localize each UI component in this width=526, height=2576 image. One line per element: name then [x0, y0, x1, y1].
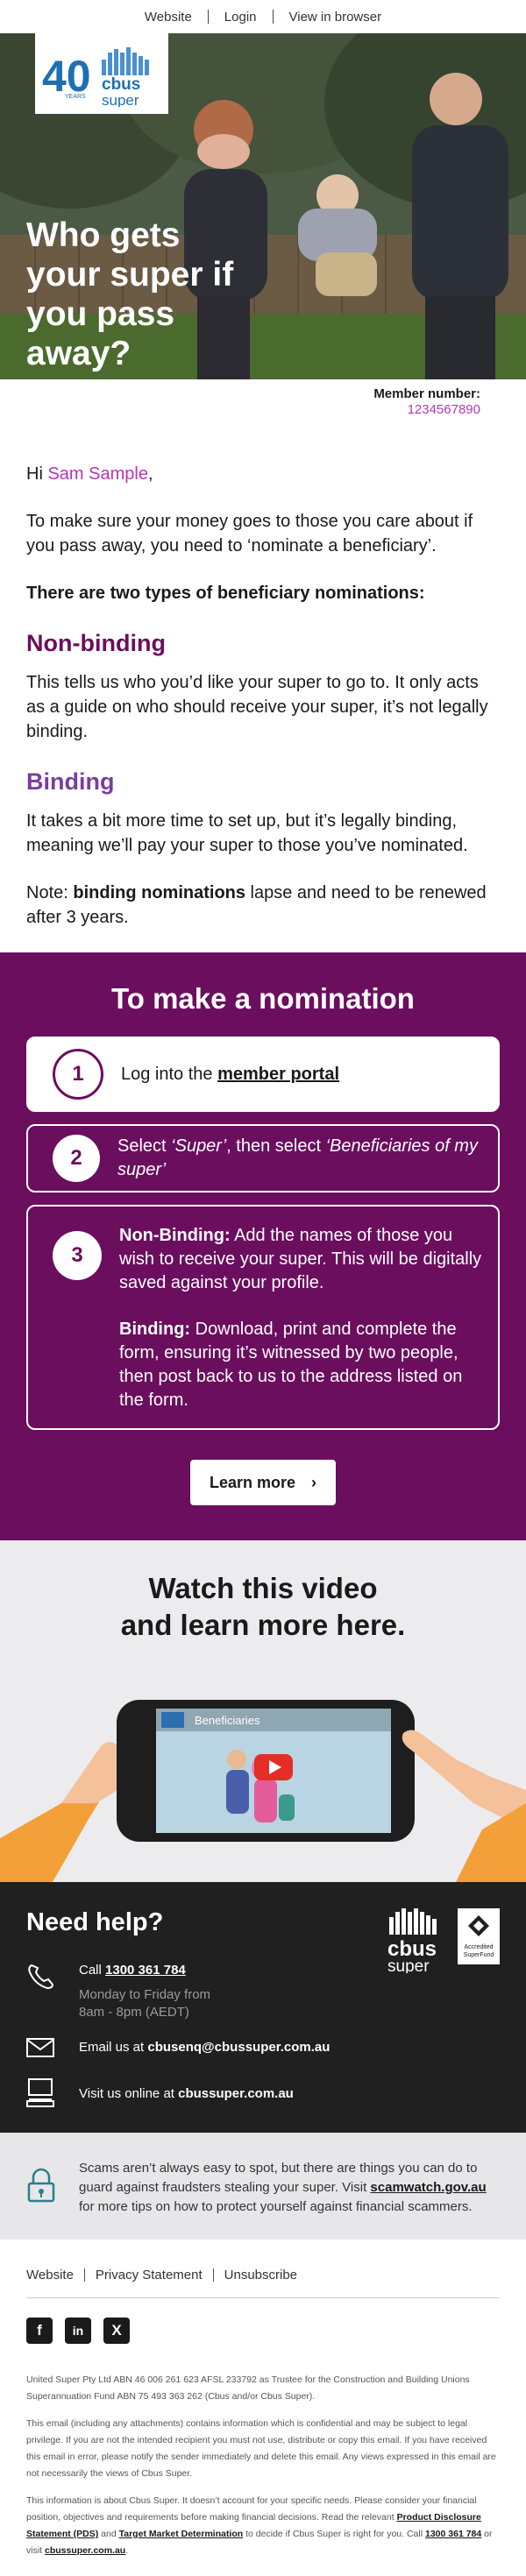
- svg-text:Beneficiaries: Beneficiaries: [195, 1714, 260, 1727]
- computer-icon: [26, 2078, 79, 2112]
- step-number: 2: [53, 1135, 100, 1182]
- video-heading: Watch this video and learn more here.: [120, 1572, 406, 1641]
- greeting: Hi Sam Sample,: [26, 464, 153, 484]
- scam-section: Scams aren’t always easy to spot, but th…: [0, 2133, 526, 2240]
- nonbinding-heading: Non-binding: [26, 630, 166, 656]
- binding-heading: Binding: [26, 768, 115, 795]
- divider: [212, 2268, 214, 2282]
- hero-banner: 40 YEARS cbus super Who gets your super …: [0, 33, 526, 379]
- footer-website-link[interactable]: Website: [26, 2268, 74, 2282]
- web-row: Visit us online at cbussuper.com.au: [26, 2078, 500, 2112]
- step-3-card: 3 Non-Binding: Add the names of those yo…: [26, 1205, 500, 1430]
- member-number-bar: Member number: 1234567890: [0, 379, 526, 430]
- legal-phone-link[interactable]: 1300 361 784: [425, 2529, 481, 2539]
- step-1-card: 1 Log into the member portal: [26, 1037, 500, 1112]
- intro-paragraph: To make sure your money goes to those yo…: [26, 512, 473, 556]
- svg-text:super: super: [102, 92, 139, 107]
- step-1-text: Log into the member portal: [121, 1064, 340, 1084]
- step-2-card: 2 Select ‘Super’, then select ‘Beneficia…: [26, 1124, 500, 1192]
- step-number: 1: [53, 1049, 103, 1100]
- footer-divider: [26, 2297, 500, 2298]
- svg-text:super: super: [387, 1957, 430, 1973]
- step-number: 3: [53, 1231, 102, 1280]
- chevron-right-icon: ›: [311, 1473, 317, 1491]
- cbus-40-years-logo[interactable]: 40 YEARS cbus super: [35, 33, 168, 114]
- member-name: Sam Sample: [47, 464, 148, 484]
- unsubscribe-link[interactable]: Unsubscribe: [224, 2268, 297, 2282]
- nomination-heading: To make a nomination: [111, 982, 415, 1015]
- legal-disclaimer: This information is about Cbus Super. It…: [26, 2495, 493, 2556]
- svg-text:SuperFund: SuperFund: [464, 1952, 494, 1958]
- hours-text: Monday to Friday from 8am - 8pm (AEDT): [79, 1987, 211, 2020]
- accredited-superfund-badge: Accredited SuperFund: [458, 1908, 500, 1964]
- divider: [83, 2268, 85, 2282]
- footer-links: Website Privacy Statement Unsubscribe: [26, 2266, 500, 2283]
- hero-title: Who gets your super if you pass away?: [26, 216, 234, 372]
- cbus-logo-icon: cbus super: [387, 1908, 437, 1973]
- email-link[interactable]: cbusenq@cbussuper.com.au: [147, 2040, 330, 2055]
- divider: [207, 10, 209, 24]
- linkedin-icon[interactable]: in: [65, 2318, 91, 2344]
- note-text: Note: binding nominations lapse and need…: [26, 883, 487, 927]
- cbus-super-logo: cbus super Accredited SuperFund: [387, 1908, 500, 1973]
- mail-icon: [26, 2037, 79, 2063]
- types-heading: There are two types of beneficiary nomin…: [26, 584, 425, 603]
- phone-icon: [26, 1962, 79, 1994]
- video-section: Beneficiaries Watch this video and learn …: [0, 1540, 526, 1882]
- website-link[interactable]: cbussuper.com.au: [178, 2086, 294, 2101]
- nonbinding-text: This tells us who you’d like your super …: [26, 673, 488, 741]
- step-3-text: Non-Binding: Add the names of those you …: [119, 1226, 482, 1410]
- phone-link[interactable]: 1300 361 784: [105, 1963, 186, 1978]
- login-link[interactable]: Login: [224, 10, 257, 25]
- step-2-text: Select ‘Super’, then select ‘Beneficiari…: [117, 1136, 478, 1179]
- tmd-link[interactable]: Target Market Determination: [119, 2529, 244, 2539]
- privacy-statement-link[interactable]: Privacy Statement: [96, 2268, 203, 2282]
- help-section: Need help? cbus super Accredited SuperFu…: [0, 1882, 526, 2133]
- binding-text: It takes a bit more time to set up, but …: [26, 811, 468, 855]
- lock-icon: [26, 2159, 79, 2217]
- member-number-label: Member number:: [373, 386, 480, 401]
- member-portal-link[interactable]: member portal: [217, 1065, 339, 1084]
- social-links: f in X: [26, 2318, 500, 2344]
- legal-text: United Super Pty Ltd ABN 46 006 261 623 …: [26, 2372, 500, 2559]
- email-row: Email us at cbusenq@cbussuper.com.au: [26, 2037, 500, 2063]
- top-nav: Website Login View in browser: [0, 0, 526, 33]
- legal-web-link[interactable]: cbussuper.com.au: [45, 2545, 125, 2556]
- x-twitter-icon[interactable]: X: [103, 2318, 130, 2344]
- intro-section: Hi Sam Sample, To make sure your money g…: [0, 430, 526, 930]
- legal-confidential: This email (including any attachments) c…: [26, 2418, 496, 2479]
- scam-text: Scams aren’t always easy to spot, but th…: [79, 2161, 487, 2214]
- website-link[interactable]: Website: [145, 10, 192, 25]
- svg-text:YEARS: YEARS: [65, 94, 86, 100]
- nomination-section: To make a nomination 1 Log into the memb…: [0, 952, 526, 1540]
- learn-more-label: Learn more: [209, 1473, 296, 1491]
- cbus-logo-icon: 40 YEARS cbus super: [42, 47, 149, 107]
- footer: Website Privacy Statement Unsubscribe f …: [0, 2240, 526, 2559]
- legal-trustee: United Super Pty Ltd ABN 46 006 261 623 …: [26, 2374, 470, 2402]
- view-in-browser-link[interactable]: View in browser: [289, 10, 382, 25]
- divider: [272, 10, 274, 24]
- learn-more-button[interactable]: Learn more ›: [189, 1460, 337, 1505]
- svg-text:cbus: cbus: [102, 75, 140, 94]
- scamwatch-link[interactable]: scamwatch.gov.au: [370, 2180, 486, 2195]
- facebook-icon[interactable]: f: [26, 2318, 53, 2344]
- member-number-value: 1234567890: [407, 402, 480, 417]
- svg-text:Accredited: Accredited: [464, 1944, 493, 1950]
